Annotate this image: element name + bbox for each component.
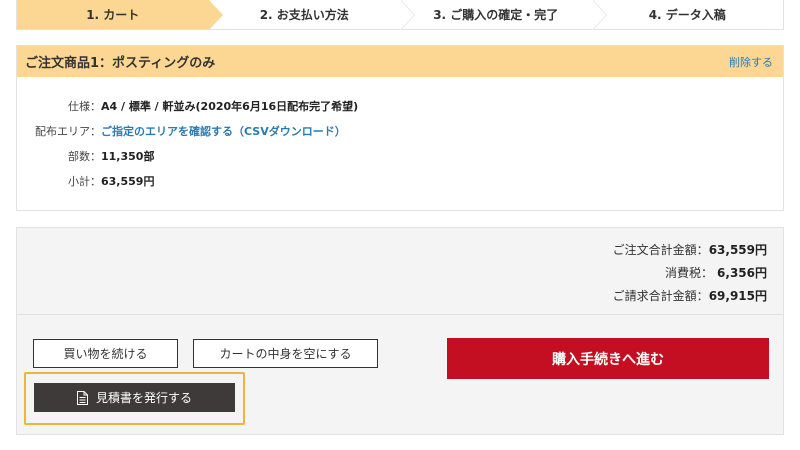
order-summary: ご注文合計金額： 63,559円 消費税： 6,356円 ご請求合計金額： 69… bbox=[16, 227, 784, 435]
count-label: 部数： bbox=[68, 149, 101, 163]
billing-total-row: ご請求合計金額： 69,915円 bbox=[613, 284, 767, 307]
area-row: 配布エリア： ご指定のエリアを確認する（CSVダウンロード） bbox=[17, 118, 783, 143]
step-cart: 1. カート bbox=[17, 0, 223, 30]
area-csv-link[interactable]: ご指定のエリアを確認する（CSVダウンロード） bbox=[101, 123, 346, 139]
spec-label: 仕様： bbox=[68, 99, 101, 113]
checkout-steps: 1. カート 2. お支払い方法 3. ご購入の確定・完了 4. データ入稿 bbox=[16, 0, 784, 30]
spec-row: 仕様： A4 / 標準 / 軒並み(2020年6月16日配布完了希望) bbox=[17, 93, 783, 118]
subtotal-label: 小計： bbox=[68, 174, 101, 188]
step-payment: 2. お支払い方法 bbox=[209, 0, 415, 30]
order-total-label: ご注文合計金額： bbox=[612, 243, 709, 257]
billing-total-label: ご請求合計金額： bbox=[612, 289, 709, 303]
order-total-value: 63,559円 bbox=[708, 243, 767, 257]
proceed-to-checkout-button[interactable]: 購入手続きへ進む bbox=[447, 338, 769, 379]
step-label: 4. データ入稿 bbox=[648, 8, 726, 22]
order-item: ご注文商品1：ポスティングのみ 削除する 仕様： A4 / 標準 / 軒並み(2… bbox=[16, 45, 784, 211]
step-upload: 4. データ入稿 bbox=[592, 0, 784, 29]
order-item-details: 仕様： A4 / 標準 / 軒並み(2020年6月16日配布完了希望) 配布エリ… bbox=[17, 77, 783, 193]
issue-estimate-button[interactable]: 見積書を発行する bbox=[34, 383, 235, 412]
step-label: 1. カート bbox=[86, 8, 140, 22]
count-value: 11,350部 bbox=[101, 149, 155, 163]
order-total-row: ご注文合計金額： 63,559円 bbox=[613, 238, 767, 261]
delete-link[interactable]: 削除する bbox=[729, 54, 773, 70]
tax-value: 6,356円 bbox=[717, 266, 767, 280]
step-confirm: 3. ご購入の確定・完了 bbox=[400, 0, 607, 30]
totals: ご注文合計金額： 63,559円 消費税： 6,356円 ご請求合計金額： 69… bbox=[613, 238, 767, 307]
step-arrow-fill bbox=[591, 0, 606, 30]
area-label: 配布エリア： bbox=[35, 124, 101, 138]
step-arrow bbox=[208, 0, 223, 30]
subtotal-row: 小計： 63,559円 bbox=[17, 168, 783, 193]
divider bbox=[17, 314, 783, 315]
spec-value: A4 / 標準 / 軒並み(2020年6月16日配布完了希望) bbox=[101, 99, 359, 113]
step-label: 2. お支払い方法 bbox=[259, 8, 349, 22]
tax-row: 消費税： 6,356円 bbox=[613, 261, 767, 284]
billing-total-value: 69,915円 bbox=[708, 289, 767, 303]
tax-label: 消費税： bbox=[664, 266, 713, 280]
subtotal-value: 63,559円 bbox=[101, 174, 155, 188]
issue-estimate-label: 見積書を発行する bbox=[95, 391, 192, 405]
count-row: 部数： 11,350部 bbox=[17, 143, 783, 168]
document-icon bbox=[76, 390, 88, 405]
step-arrow-fill bbox=[400, 0, 414, 30]
estimate-highlight: 見積書を発行する bbox=[24, 372, 245, 425]
order-item-title: ご注文商品1：ポスティングのみ bbox=[25, 56, 216, 71]
step-label: 3. ご購入の確定・完了 bbox=[433, 8, 559, 22]
empty-cart-button[interactable]: カートの中身を空にする bbox=[193, 339, 378, 368]
order-item-header: ご注文商品1：ポスティングのみ 削除する bbox=[17, 46, 783, 77]
continue-shopping-button[interactable]: 買い物を続ける bbox=[33, 339, 178, 368]
